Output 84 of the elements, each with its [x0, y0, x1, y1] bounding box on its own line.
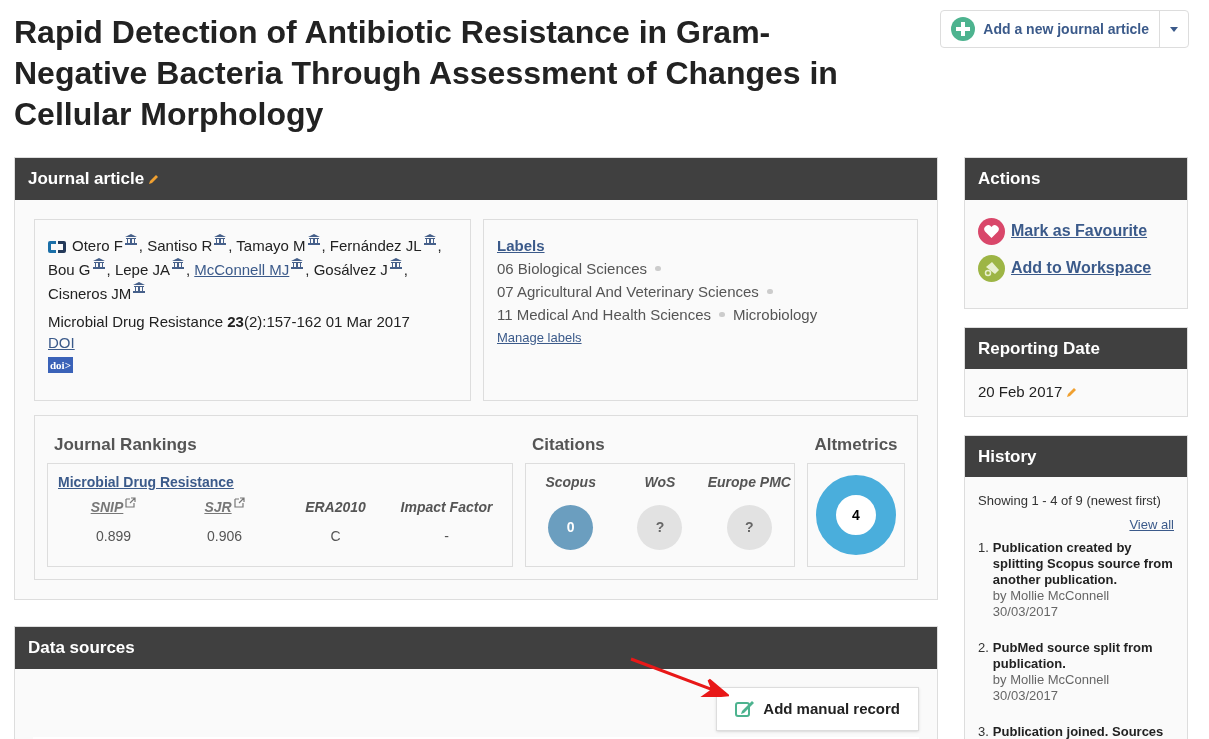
institution-icon: [214, 233, 227, 245]
reporting-date: 20 Feb 2017: [978, 382, 1063, 402]
separator: ,: [185, 260, 191, 278]
author-name: Santiso R: [147, 236, 213, 254]
history-author: by Mollie McConnell: [992, 672, 1111, 688]
label-text: 06 Biological Sciences: [497, 258, 648, 279]
ranking-label: ERA2010: [305, 498, 366, 517]
item-number: 1.: [978, 540, 989, 557]
item-number: 2.: [978, 640, 989, 657]
source-label: Europe PMC: [707, 473, 791, 492]
ranking-value: 0.906: [206, 527, 242, 546]
action-link[interactable]: Mark as Favourite: [1011, 219, 1148, 243]
author-name: Lepe JA: [114, 260, 170, 278]
action-link[interactable]: Add to Workspace: [1011, 256, 1152, 280]
history-summary: Showing 1 - 4 of 9 (newest first): [978, 492, 1162, 510]
institution-icon: [133, 281, 146, 293]
institution-icon: [171, 257, 184, 269]
source-label: Scopus: [545, 473, 596, 492]
edit-icon: [735, 699, 756, 718]
page-title: Rapid Detection of Antibiotic Resistance in Gram-Negative Bacteria Through Assessment of Changes in Cellular Morphology: [14, 13, 839, 134]
journal-link[interactable]: Microbial Drug Resistance: [58, 472, 234, 493]
author-link[interactable]: McConnell MJ: [194, 260, 290, 278]
label-text: 07 Agricultural And Veterinary Sciences: [497, 281, 759, 302]
separator: ,: [228, 236, 233, 254]
institution-icon: [291, 257, 304, 269]
pencil-icon[interactable]: [148, 172, 161, 185]
caret-icon: [1170, 26, 1178, 32]
section-heading: Altmetrics: [813, 433, 899, 456]
institution-icon: [307, 233, 320, 245]
panel-title: Journal article: [28, 168, 145, 190]
author-name: Cisneros JM: [48, 284, 132, 302]
separator: ,: [321, 236, 326, 254]
ranking-value: 0.899: [95, 527, 131, 546]
history-title: PubMed source split from publication.: [992, 640, 1154, 672]
external-link-icon[interactable]: [233, 497, 245, 508]
labels-link[interactable]: Labels: [497, 233, 545, 257]
history-date: 30/03/2017: [992, 688, 1059, 704]
doi-badge[interactable]: doi>: [48, 356, 73, 373]
ranking-link[interactable]: SNIP: [90, 497, 124, 518]
add-manual-record-button[interactable]: Add manual record: [716, 686, 919, 731]
history-title: Publication joined. Sources: [992, 724, 1164, 739]
panel-header: Reporting Date: [965, 327, 1187, 369]
separator: ,: [106, 260, 111, 278]
ranking-value: C: [330, 527, 341, 546]
citation-count-badge[interactable]: ?: [637, 505, 683, 550]
label-text: 11 Medical And Health Sciences: [497, 304, 711, 325]
manage-labels-link[interactable]: Manage labels: [497, 325, 582, 349]
panel-header: Actions: [965, 158, 1187, 200]
separator: ,: [138, 236, 144, 254]
view-all-link[interactable]: View all: [1129, 514, 1174, 534]
separator: ,: [437, 236, 442, 254]
citation-count-badge[interactable]: ?: [726, 505, 772, 550]
panel-header: History: [965, 435, 1187, 477]
add-article-button[interactable]: Add a new journal article: [941, 11, 1159, 47]
institution-icon: [92, 257, 105, 269]
institution-icon: [423, 233, 436, 245]
section-heading: Journal Rankings: [53, 433, 198, 456]
sublabel-text: Microbiology: [733, 304, 818, 325]
separator: ,: [305, 260, 310, 278]
source-logo-icon: [48, 240, 66, 253]
ranking-label: Impact Factor: [400, 498, 493, 517]
external-link-icon[interactable]: [125, 497, 137, 508]
separator: ,: [403, 260, 408, 278]
plus-circle-icon: [951, 17, 976, 41]
author-name: Bou G: [48, 260, 91, 278]
ranking-link[interactable]: SJR: [204, 497, 232, 518]
author-name: Otero F: [72, 236, 123, 254]
altmetric-donut[interactable]: 4: [816, 475, 896, 555]
institution-icon: [124, 233, 137, 245]
doi-link[interactable]: DOI: [48, 333, 75, 352]
item-number: 3.: [978, 724, 989, 739]
author-name: Gosálvez J: [313, 260, 388, 278]
author-name: Fernández JL: [329, 236, 422, 254]
institution-icon: [389, 257, 402, 269]
history-author: by Mollie McConnell: [992, 588, 1111, 604]
citation-text: Microbial Drug Resistance 23(2):157-162 01 Mar 2017: [48, 311, 411, 332]
author-name: Tamayo M: [236, 236, 306, 254]
history-date: 30/03/2017: [992, 604, 1059, 620]
panel-header: Data sources: [15, 627, 937, 669]
ranking-value: -: [444, 527, 449, 546]
workspace-icon[interactable]: [978, 254, 1005, 282]
history-title: Publication created by splitting Scopus source from another publication.: [992, 540, 1174, 588]
section-heading: Citations: [531, 433, 606, 456]
source-label: WoS: [644, 473, 676, 492]
